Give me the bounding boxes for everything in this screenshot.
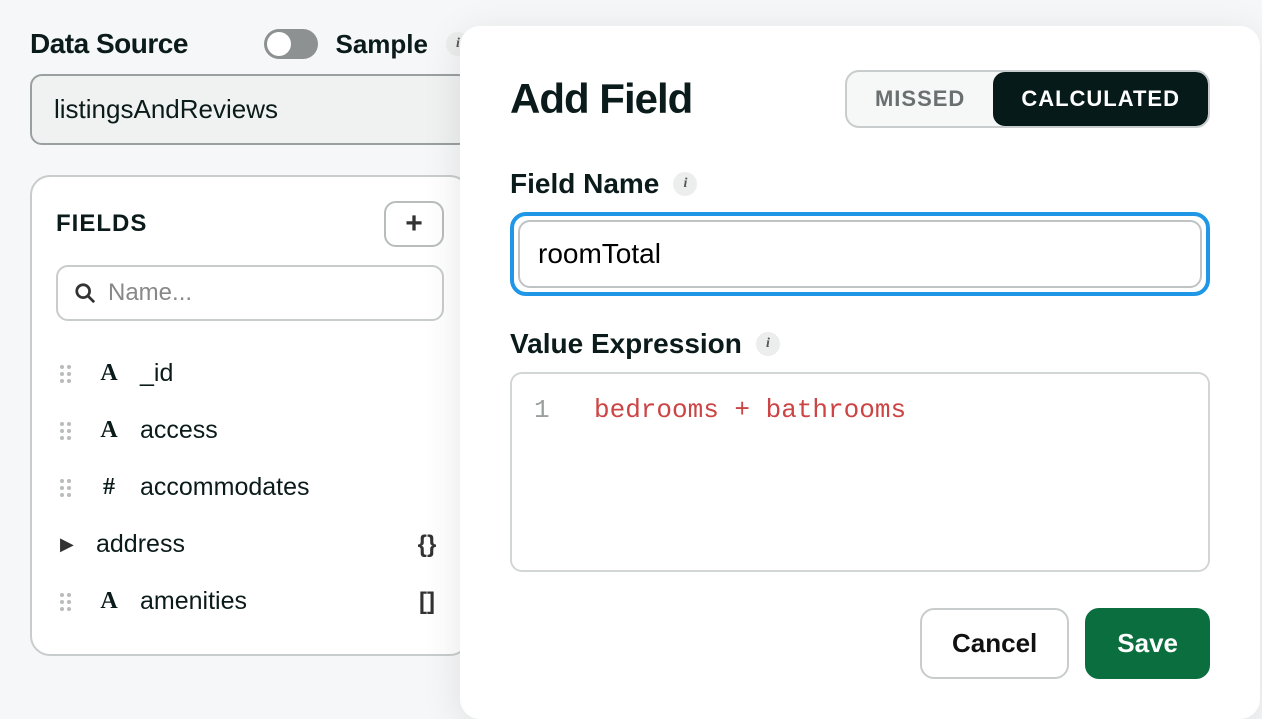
field-name: accommodates xyxy=(140,473,310,502)
drag-handle-icon[interactable] xyxy=(60,479,78,497)
type-object-icon: {} xyxy=(414,531,440,559)
type-string-icon: A xyxy=(96,360,122,387)
value-expression-code: bedrooms + bathrooms xyxy=(594,395,906,425)
sample-toggle[interactable] xyxy=(264,29,318,59)
plus-icon: + xyxy=(405,207,423,241)
field-row[interactable]: A amenities [] xyxy=(56,573,444,630)
dialog-title: Add Field xyxy=(510,75,692,123)
add-field-dialog: Add Field MISSED CALCULATED Field Name i… xyxy=(460,26,1260,719)
info-icon[interactable]: i xyxy=(673,172,697,196)
field-name: address xyxy=(96,530,185,559)
tab-missed[interactable]: MISSED xyxy=(847,72,993,126)
fields-title: FIELDS xyxy=(56,210,147,238)
field-name-label: Field Name xyxy=(510,168,659,200)
fields-search[interactable] xyxy=(56,265,444,321)
info-icon[interactable]: i xyxy=(756,332,780,356)
field-name: access xyxy=(140,416,218,445)
drag-handle-icon[interactable] xyxy=(60,422,78,440)
field-mode-segmented[interactable]: MISSED CALCULATED xyxy=(845,70,1210,128)
field-row[interactable]: ▶ address {} xyxy=(56,516,444,573)
fields-panel: FIELDS + A _id xyxy=(30,175,470,656)
data-source-label: Data Source xyxy=(30,28,188,60)
field-row[interactable]: A _id xyxy=(56,345,444,402)
fields-search-input[interactable] xyxy=(108,279,426,307)
type-string-icon: A xyxy=(96,417,122,444)
value-expression-editor[interactable]: 1bedrooms + bathrooms xyxy=(510,372,1210,572)
sample-label: Sample xyxy=(336,29,429,60)
tab-calculated[interactable]: CALCULATED xyxy=(993,72,1208,126)
data-source-select[interactable]: listingsAndReviews xyxy=(30,74,470,145)
field-row[interactable]: A access xyxy=(56,402,444,459)
type-array-icon: [] xyxy=(414,588,440,616)
search-icon xyxy=(74,282,96,304)
save-button[interactable]: Save xyxy=(1085,608,1210,679)
type-string-icon: A xyxy=(96,588,122,615)
cancel-button[interactable]: Cancel xyxy=(920,608,1069,679)
field-row[interactable]: # accommodates xyxy=(56,459,444,516)
value-expression-label: Value Expression xyxy=(510,328,742,360)
add-field-button[interactable]: + xyxy=(384,201,444,247)
field-name: amenities xyxy=(140,587,247,616)
field-name-input[interactable] xyxy=(518,220,1202,288)
drag-handle-icon[interactable] xyxy=(60,365,78,383)
data-source-value: listingsAndReviews xyxy=(54,94,278,124)
field-name: _id xyxy=(140,359,173,388)
type-number-icon: # xyxy=(96,474,122,501)
expand-caret-icon[interactable]: ▶ xyxy=(60,534,78,555)
drag-handle-icon[interactable] xyxy=(60,593,78,611)
code-line-number: 1 xyxy=(534,392,594,428)
